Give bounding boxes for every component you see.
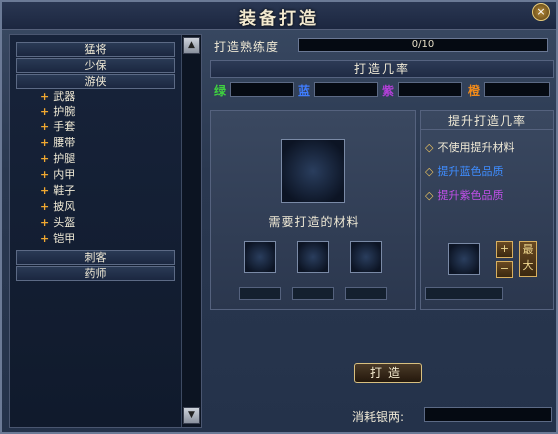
cost-label: 消耗银两: — [352, 410, 405, 424]
class-item-youxia[interactable]: 游侠 — [16, 74, 175, 89]
sub-item-weapon[interactable]: + 武器 — [40, 89, 75, 104]
rate-header: 打造几率 — [210, 60, 554, 78]
sub-item-label: 护腿 — [53, 152, 76, 165]
target-item-slot[interactable] — [281, 139, 345, 203]
scroll-down-button[interactable]: ▼ — [183, 407, 200, 424]
scroll-up-button[interactable]: ▲ — [183, 37, 200, 54]
sub-item-label: 鞋子 — [53, 184, 76, 197]
craft-panel: 需要打造的材料 — [210, 110, 416, 310]
decrease-button[interactable]: − — [496, 261, 513, 278]
class-item-cike[interactable]: 刺客 — [16, 250, 175, 265]
expand-icon: + — [40, 152, 50, 165]
material-count-2 — [292, 287, 334, 300]
sub-item-bracer[interactable]: + 护腕 — [40, 104, 75, 119]
sub-item-label: 披风 — [53, 200, 76, 213]
material-slot-2[interactable] — [297, 241, 329, 273]
rate-label-purple: 紫 — [382, 84, 395, 98]
sub-item-leggings[interactable]: + 护腿 — [40, 151, 75, 166]
class-item-shaobao[interactable]: 少保 — [16, 58, 175, 73]
proficiency-progress-bar: 0/10 — [298, 38, 548, 52]
sub-item-inner-armor[interactable]: + 内甲 — [40, 167, 75, 182]
sub-item-label: 手套 — [53, 120, 76, 133]
upgrade-material-slot[interactable] — [448, 243, 480, 275]
rate-value-blue — [314, 82, 378, 97]
close-button[interactable]: × — [532, 3, 550, 21]
upgrade-panel: 提升打造几率 ◇ 不使用提升材料 ◇ 提升蓝色品质 ◇ 提升紫色品质 + − 最大 — [420, 110, 554, 310]
sub-item-label: 头盔 — [53, 216, 76, 229]
sub-item-belt[interactable]: + 腰带 — [40, 135, 75, 150]
upgrade-header: 提升打造几率 — [421, 113, 553, 130]
proficiency-label: 打造熟练度 — [214, 40, 280, 54]
expand-icon: + — [40, 168, 50, 181]
option-no-upgrade[interactable]: ◇ 不使用提升材料 — [425, 139, 514, 155]
option-upgrade-purple[interactable]: ◇ 提升紫色品质 — [425, 187, 503, 203]
rate-label-green: 绿 — [214, 84, 227, 98]
option-label: 不使用提升材料 — [437, 141, 515, 154]
class-list-panel: 猛将 少保 游侠 + 武器 + 护腕 + 手套 + 腰带 + 护腿 + 内甲 + 鞋子 + 披风… — [9, 34, 202, 428]
expand-icon: + — [40, 200, 50, 213]
sub-item-gloves[interactable]: + 手套 — [40, 119, 75, 134]
sub-item-armor[interactable]: + 铠甲 — [40, 231, 75, 246]
option-upgrade-blue[interactable]: ◇ 提升蓝色品质 — [425, 163, 503, 179]
sub-item-label: 内甲 — [53, 168, 76, 181]
materials-title: 需要打造的材料 — [268, 215, 360, 229]
class-item-mengjiang[interactable]: 猛将 — [16, 42, 175, 57]
rate-value-purple — [398, 82, 462, 97]
sub-item-cloak[interactable]: + 披风 — [40, 199, 75, 214]
scrollbar[interactable]: ▲ ▼ — [181, 35, 201, 427]
sub-item-helmet[interactable]: + 头盔 — [40, 215, 75, 230]
title-bar: 装备打造 × — [2, 2, 556, 30]
material-slot-3[interactable] — [350, 241, 382, 273]
expand-icon: + — [40, 232, 50, 245]
expand-icon: + — [40, 120, 50, 133]
rate-label-orange: 橙 — [468, 84, 481, 98]
expand-icon: + — [40, 216, 50, 229]
sub-item-label: 武器 — [53, 90, 76, 103]
material-count-3 — [345, 287, 387, 300]
sub-item-shoes[interactable]: + 鞋子 — [40, 183, 75, 198]
expand-icon: + — [40, 105, 50, 118]
class-item-yaoshi[interactable]: 药师 — [16, 266, 175, 281]
diamond-icon: ◇ — [425, 189, 434, 202]
cost-value — [424, 407, 552, 422]
material-count-1 — [239, 287, 281, 300]
rate-label-blue: 蓝 — [298, 84, 311, 98]
rate-value-orange — [484, 82, 550, 97]
max-button[interactable]: 最大 — [519, 241, 537, 277]
proficiency-value: 0/10 — [411, 39, 435, 50]
window-title: 装备打造 — [239, 9, 319, 29]
option-label: 提升蓝色品质 — [437, 165, 504, 178]
sub-item-label: 铠甲 — [53, 232, 76, 245]
sub-item-label: 护腕 — [53, 105, 76, 118]
diamond-icon: ◇ — [425, 141, 434, 154]
expand-icon: + — [40, 136, 50, 149]
expand-icon: + — [40, 184, 50, 197]
option-label: 提升紫色品质 — [437, 189, 504, 202]
craft-button[interactable]: 打造 — [354, 363, 422, 383]
sub-item-label: 腰带 — [53, 136, 76, 149]
material-slot-1[interactable] — [244, 241, 276, 273]
diamond-icon: ◇ — [425, 165, 434, 178]
upgrade-material-count — [425, 287, 503, 300]
rate-value-green — [230, 82, 294, 97]
expand-icon: + — [40, 90, 50, 103]
increase-button[interactable]: + — [496, 241, 513, 258]
craft-window: 装备打造 × 猛将 少保 游侠 + 武器 + 护腕 + 手套 + 腰带 + 护腿 + 内甲 … — [0, 0, 558, 434]
